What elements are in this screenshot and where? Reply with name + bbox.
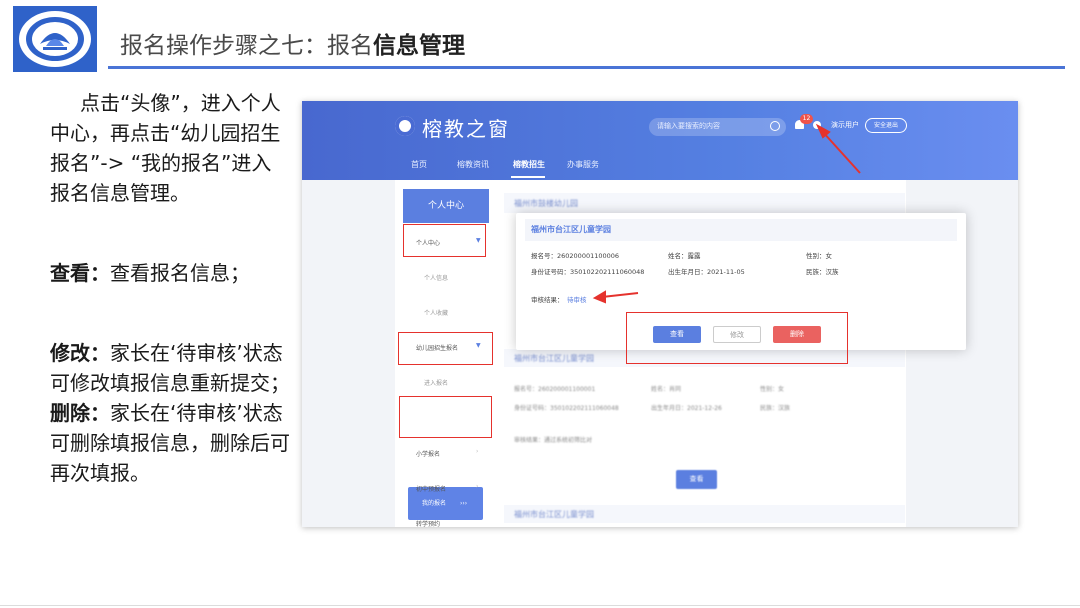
page-title: 报名操作步骤之七：报名信息管理 [120,26,465,60]
app-screenshot: 榕教之窗 请输入要搜索的内容 12 演示用户 安全退出 首页 榕教资讯 榕教招生… [302,101,1018,527]
edit-instruction: 修改：家长在‘待审核’状态可修改填报信息重新提交； [50,338,290,398]
view-term: 查看： [50,261,110,285]
annotation-arrows-icon [592,123,861,304]
delete-instruction: 删除：家长在‘待审核’状态可删除填报信息，删除后可再次填报。 [50,398,290,488]
view-desc: 查看报名信息； [110,261,250,285]
edit-term: 修改： [50,341,110,365]
kindergarten-seal-logo-icon [13,6,97,72]
title-prefix: 报名操作步骤之七：报名 [120,33,373,59]
view-instruction: 查看：查看报名信息； [50,258,290,288]
slide-bottom-divider [0,605,1080,606]
instructions: 点击“头像”，进入个人中心，再点击“幼儿园招生报名”-> “我的报名”进入报名信… [50,88,290,488]
intro-text: 点击“头像”，进入个人中心，再点击“幼儿园招生报名”-> “我的报名”进入报名信… [50,91,281,205]
delete-term: 删除： [50,401,110,425]
title-bold: 信息管理 [373,33,465,59]
header-divider [108,66,1065,69]
slide-header: 报名操作步骤之七：报名信息管理 [0,0,1080,72]
